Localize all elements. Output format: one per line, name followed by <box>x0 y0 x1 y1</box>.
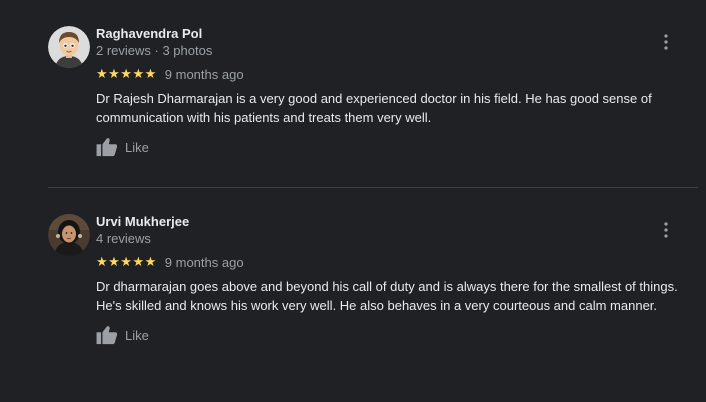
like-button[interactable]: Like <box>96 324 149 346</box>
more-vert-icon <box>664 34 668 50</box>
reviewer-avatar[interactable] <box>48 26 90 68</box>
review-time: 9 months ago <box>164 254 244 270</box>
star-rating: ★★★★★ <box>96 66 157 82</box>
reviewer-meta: 2 reviews · 3 photos <box>96 43 213 58</box>
reviewer-avatar[interactable] <box>48 214 90 256</box>
review-time: 9 months ago <box>164 66 244 82</box>
reviews-panel: Raghavendra Pol 2 reviews · 3 photos ★★★… <box>0 0 706 402</box>
star-rating: ★★★★★ <box>96 254 157 270</box>
reviewer-meta: 4 reviews <box>96 231 151 246</box>
thumbs-up-icon <box>96 138 118 157</box>
review-divider <box>48 187 698 188</box>
review-text: Dr dharmarajan goes above and beyond his… <box>96 279 678 313</box>
review-text: Dr Rajesh Dharmarajan is a very good and… <box>96 91 652 125</box>
rating-row: ★★★★★ 9 months ago <box>96 254 244 270</box>
more-vert-icon <box>664 222 668 238</box>
like-label: Like <box>125 139 149 155</box>
cartoon-avatar-icon <box>48 26 90 68</box>
like-button[interactable]: Like <box>96 136 149 158</box>
like-label: Like <box>125 327 149 343</box>
reviewer-name[interactable]: Raghavendra Pol <box>96 26 202 41</box>
more-options-button[interactable] <box>656 220 676 240</box>
more-options-button[interactable] <box>656 32 676 52</box>
rating-row: ★★★★★ 9 months ago <box>96 66 244 82</box>
reviewer-name[interactable]: Urvi Mukherjee <box>96 214 189 229</box>
thumbs-up-icon <box>96 326 118 345</box>
profile-photo-icon <box>48 214 90 256</box>
